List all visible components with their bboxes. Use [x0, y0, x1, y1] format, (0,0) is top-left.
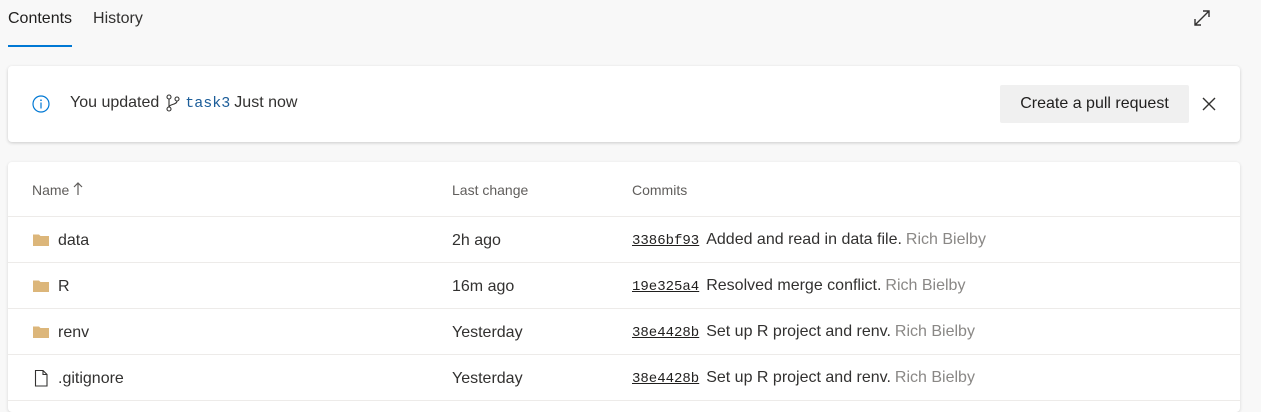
last-change: 2h ago	[452, 232, 501, 249]
tab-contents[interactable]: Contents	[8, 0, 73, 47]
table-row[interactable]: data 2h ago 3386bf93 Added and read in d…	[8, 217, 1240, 263]
commit-author: Rich Bielby	[885, 277, 966, 294]
banner-suffix: Just now	[234, 94, 298, 111]
table-row[interactable]: .gitignore Yesterday 38e4428b Set up R p…	[8, 355, 1240, 401]
commit-author: Rich Bielby	[905, 231, 986, 248]
folder-icon	[33, 280, 49, 292]
last-change: Yesterday	[452, 370, 523, 387]
commit-author: Rich Bielby	[894, 369, 975, 386]
update-banner: You updated task3 Just now Create a pull…	[8, 66, 1240, 142]
commit-hash-link[interactable]: 3386bf93	[632, 233, 699, 249]
file-name[interactable]: renv	[58, 324, 89, 342]
folder-icon	[33, 234, 49, 246]
column-header-name[interactable]: Name	[32, 182, 83, 198]
sort-ascending-icon	[73, 182, 83, 195]
tab-bar: Contents History	[8, 0, 164, 47]
table-row[interactable]: renv Yesterday 38e4428b Set up R project…	[8, 309, 1240, 355]
branch-name[interactable]: task3	[185, 95, 230, 112]
commit-message: Set up R project and renv.	[706, 369, 891, 386]
close-banner-button[interactable]	[1199, 94, 1219, 114]
commit-hash-link[interactable]: 38e4428b	[632, 371, 699, 387]
create-pull-request-button[interactable]: Create a pull request	[1000, 85, 1189, 123]
commit-cell: 38e4428b Set up R project and renv. Rich…	[632, 323, 975, 341]
commit-message: Resolved merge conflict.	[706, 277, 882, 294]
last-change: 16m ago	[452, 278, 515, 295]
table-row[interactable]: R 16m ago 19e325a4 Resolved merge confli…	[8, 263, 1240, 309]
file-icon	[34, 369, 48, 387]
expand-button[interactable]	[1190, 6, 1214, 30]
commit-message: Added and read in data file.	[706, 231, 902, 248]
commit-cell: 38e4428b Set up R project and renv. Rich…	[632, 369, 975, 387]
commit-cell: 19e325a4 Resolved merge conflict. Rich B…	[632, 277, 965, 295]
commit-message: Set up R project and renv.	[706, 323, 891, 340]
banner-prefix: You updated	[70, 94, 160, 111]
column-header-last-change[interactable]: Last change	[452, 182, 528, 198]
last-change: Yesterday	[452, 324, 523, 341]
file-name[interactable]: .gitignore	[58, 370, 124, 388]
column-header-name-label: Name	[32, 182, 70, 198]
folder-icon	[33, 326, 49, 338]
column-header-commits[interactable]: Commits	[632, 182, 687, 198]
table-header: Name Last change Commits	[8, 162, 1240, 217]
files-table: Name Last change Commits data 2h ago 338…	[8, 162, 1240, 412]
tab-history[interactable]: History	[93, 0, 143, 47]
commit-hash-link[interactable]: 38e4428b	[632, 325, 699, 341]
branch-icon	[166, 94, 180, 112]
expand-icon	[1194, 10, 1210, 26]
info-icon	[32, 95, 50, 113]
file-name[interactable]: R	[58, 278, 70, 296]
file-name[interactable]: data	[58, 232, 89, 250]
commit-author: Rich Bielby	[894, 323, 975, 340]
close-icon	[1202, 97, 1216, 111]
banner-message: You updated task3 Just now	[70, 94, 297, 112]
commit-cell: 3386bf93 Added and read in data file. Ri…	[632, 231, 986, 249]
commit-hash-link[interactable]: 19e325a4	[632, 279, 699, 295]
